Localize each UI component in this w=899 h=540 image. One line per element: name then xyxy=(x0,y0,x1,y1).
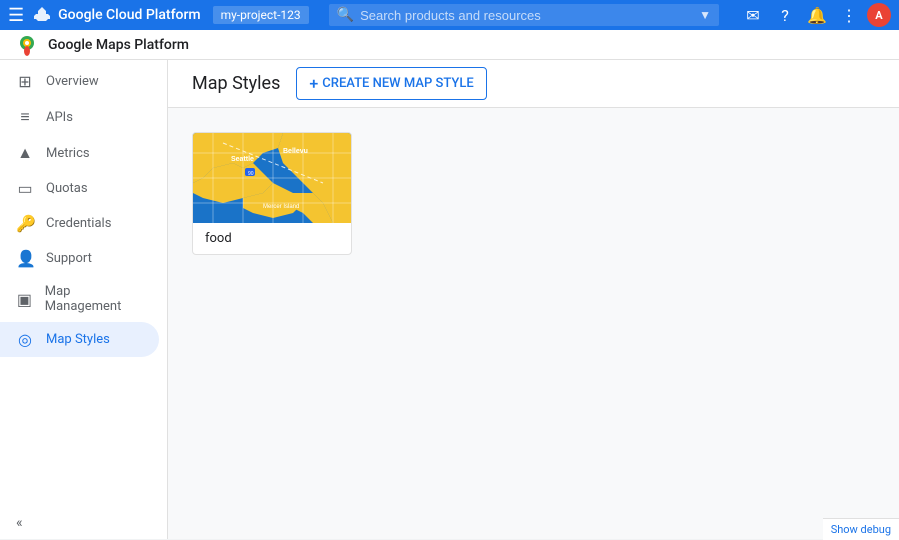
google-cloud-logo-icon xyxy=(32,5,52,25)
search-dropdown-icon[interactable]: ▼ xyxy=(699,8,711,22)
apis-icon: ≡ xyxy=(16,107,34,127)
page-title: Map Styles xyxy=(192,73,280,94)
create-btn-label: CREATE NEW MAP STYLE xyxy=(322,76,473,91)
sidebar-label-credentials: Credentials xyxy=(46,216,111,231)
sidebar-label-apis: APIs xyxy=(46,110,73,125)
svg-text:90: 90 xyxy=(248,171,254,177)
content-area: Map Styles + CREATE NEW MAP STYLE xyxy=(168,60,899,539)
product-bar: Google Maps Platform xyxy=(0,30,899,60)
google-maps-logo-icon xyxy=(16,34,38,56)
search-icon: 🔍 xyxy=(337,7,354,23)
sidebar: ⊞ Overview ≡ APIs ▲ Metrics ▭ Quotas 🔑 C… xyxy=(0,60,168,539)
svg-text:Bellevu: Bellevu xyxy=(283,148,308,155)
search-input[interactable] xyxy=(360,8,693,23)
credentials-icon: 🔑 xyxy=(16,214,34,233)
map-thumbnail: Seattle Bellevu Mercer Island 90 xyxy=(193,133,352,223)
sidebar-item-apis[interactable]: ≡ APIs xyxy=(0,99,159,135)
sidebar-collapse[interactable]: « xyxy=(0,507,167,539)
content-body: Seattle Bellevu Mercer Island 90 food xyxy=(168,108,899,283)
support-icon: 👤 xyxy=(16,249,34,268)
content-header: Map Styles + CREATE NEW MAP STYLE xyxy=(168,60,899,108)
sidebar-item-support[interactable]: 👤 Support xyxy=(0,241,159,276)
create-plus-icon: + xyxy=(309,74,318,93)
more-options-button[interactable]: ⋮ xyxy=(835,1,863,29)
sidebar-item-map-management[interactable]: ▣ Map Management xyxy=(0,276,159,322)
avatar[interactable]: A xyxy=(867,3,891,27)
sidebar-item-map-styles[interactable]: ◎ Map Styles xyxy=(0,322,159,357)
topbar-title: Google Cloud Platform xyxy=(58,7,200,23)
map-style-card[interactable]: Seattle Bellevu Mercer Island 90 food xyxy=(192,132,352,255)
sidebar-label-map-styles: Map Styles xyxy=(46,332,110,347)
map-style-name: food xyxy=(193,223,351,254)
map-thumbnail-svg: Seattle Bellevu Mercer Island 90 xyxy=(193,133,352,223)
sidebar-item-metrics[interactable]: ▲ Metrics xyxy=(0,135,159,171)
notifications-button[interactable]: 🔔 xyxy=(803,1,831,29)
email-button[interactable]: ✉ xyxy=(739,1,767,29)
topbar-search-bar[interactable]: 🔍 ▼ xyxy=(329,4,719,26)
help-button[interactable]: ? xyxy=(771,1,799,29)
create-new-map-style-button[interactable]: + CREATE NEW MAP STYLE xyxy=(296,67,486,100)
svg-text:Seattle: Seattle xyxy=(231,156,254,163)
sidebar-item-overview[interactable]: ⊞ Overview xyxy=(0,64,159,99)
topbar-actions: ✉ ? 🔔 ⋮ A xyxy=(739,1,891,29)
svg-text:Mercer Island: Mercer Island xyxy=(263,204,299,210)
topbar-account[interactable]: my-project-123 xyxy=(213,6,309,24)
metrics-icon: ▲ xyxy=(16,143,34,163)
map-management-icon: ▣ xyxy=(16,290,33,309)
sidebar-item-credentials[interactable]: 🔑 Credentials xyxy=(0,206,159,241)
topbar-logo: Google Cloud Platform xyxy=(32,5,200,25)
sidebar-label-metrics: Metrics xyxy=(46,146,90,161)
map-styles-icon: ◎ xyxy=(16,330,34,349)
show-debug-button[interactable]: Show debug xyxy=(823,518,899,539)
sidebar-label-map-management: Map Management xyxy=(45,284,143,314)
collapse-icon: « xyxy=(16,515,23,531)
quotas-icon: ▭ xyxy=(16,179,34,198)
overview-icon: ⊞ xyxy=(16,72,34,91)
sidebar-label-support: Support xyxy=(46,251,92,266)
main-layout: ⊞ Overview ≡ APIs ▲ Metrics ▭ Quotas 🔑 C… xyxy=(0,60,899,539)
product-title: Google Maps Platform xyxy=(48,37,189,53)
topbar: ☰ Google Cloud Platform my-project-123 🔍… xyxy=(0,0,899,30)
sidebar-label-overview: Overview xyxy=(46,74,99,89)
sidebar-label-quotas: Quotas xyxy=(46,181,88,196)
menu-icon[interactable]: ☰ xyxy=(8,5,24,26)
sidebar-item-quotas[interactable]: ▭ Quotas xyxy=(0,171,159,206)
